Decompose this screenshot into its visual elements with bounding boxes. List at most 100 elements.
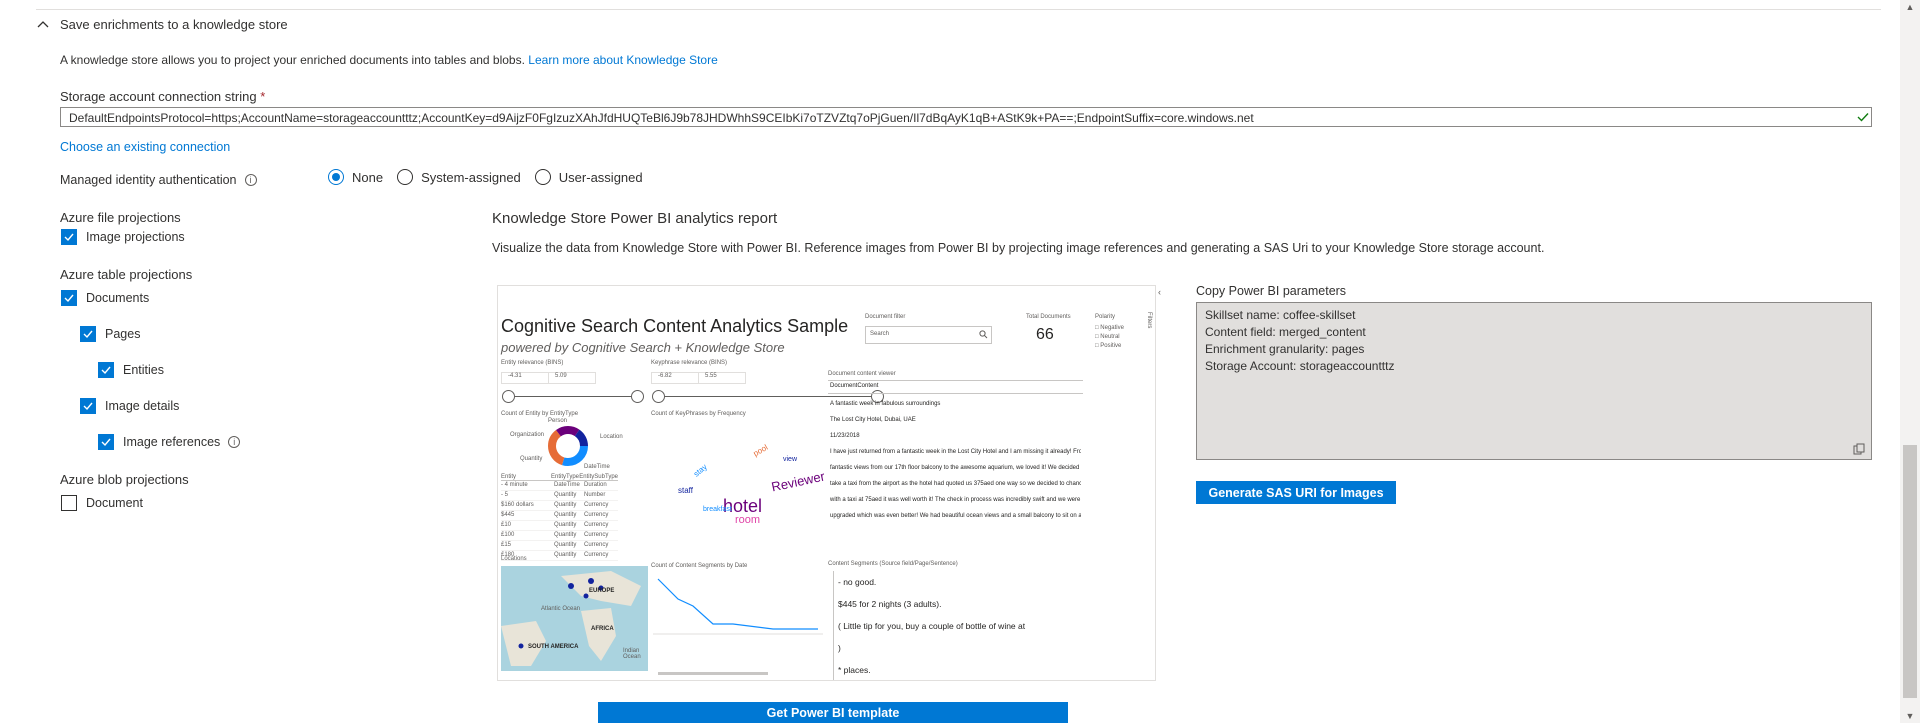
table-cell: Number <box>584 492 606 498</box>
get-powerbi-template-button[interactable]: Get Power BI template <box>598 702 1068 723</box>
checkbox[interactable] <box>98 434 114 450</box>
checkbox[interactable] <box>80 326 96 342</box>
generate-sas-button[interactable]: Generate SAS URI for Images <box>1196 481 1396 504</box>
table-row[interactable]: £10 Quantity Currency <box>501 521 618 531</box>
segment-item[interactable]: $445 for 2 nights (3 adults). <box>833 593 1073 615</box>
section-title: Save enrichments to a knowledge store <box>60 17 288 32</box>
param-line: Storage Account: storageaccountttz <box>1205 359 1395 373</box>
radio-button[interactable] <box>397 169 414 185</box>
scroll-thumb[interactable] <box>1903 445 1917 698</box>
info-icon[interactable]: i <box>228 436 241 448</box>
table-row[interactable]: £100 Quantity Currency <box>501 531 618 541</box>
scroll-down-icon[interactable]: ▼ <box>1904 711 1916 721</box>
word: stay <box>691 462 709 479</box>
table-header: Entity EntityType EntitySubType <box>501 474 618 481</box>
checkbox-document[interactable]: Document <box>61 495 143 511</box>
checkbox[interactable] <box>98 362 114 378</box>
param-line: Content field: merged_content <box>1205 325 1366 339</box>
map-label: AFRICA <box>591 626 614 632</box>
word: pool <box>751 442 770 459</box>
connection-string-input[interactable]: DefaultEndpointsProtocol=https;AccountNa… <box>60 107 1872 127</box>
slider-handle[interactable] <box>652 390 665 403</box>
checkmark-icon <box>1857 113 1869 122</box>
radio-none[interactable]: None <box>328 169 383 185</box>
table-row[interactable]: £15 Quantity Currency <box>501 541 618 551</box>
check-icon <box>64 294 74 303</box>
report-subtitle: powered by Cognitive Search + Knowledge … <box>501 340 785 355</box>
polarity-negative[interactable]: □ Negative <box>1095 324 1124 333</box>
checkbox-documents[interactable]: Documents <box>61 290 149 306</box>
radio-system-assigned[interactable]: System-assigned <box>397 169 521 185</box>
choose-connection-link[interactable]: Choose an existing connection <box>60 140 230 154</box>
radio-button[interactable] <box>534 169 551 185</box>
table-row[interactable]: - 4 minute DateTime Duration <box>501 481 618 491</box>
file-projections-title: Azure file projections <box>60 210 181 225</box>
entity-min[interactable]: -4.31 <box>501 372 549 384</box>
checkbox-image-references[interactable]: Image references i <box>98 434 241 450</box>
keyphrase-min[interactable]: -6.82 <box>651 372 699 384</box>
map-visual[interactable]: EUROPE AFRICA SOUTH AMERICA Atlantic Oce… <box>501 566 648 671</box>
checkbox-label: Entities <box>123 363 164 377</box>
checkbox[interactable] <box>80 398 96 414</box>
table-cell: Quantity <box>554 512 577 518</box>
word-cloud: hotel room Reviewer stay staff pool brea… <box>663 426 848 541</box>
radio-button[interactable] <box>328 169 344 185</box>
polarity-positive[interactable]: □ Positive <box>1095 342 1124 351</box>
copy-icon[interactable] <box>1853 443 1865 455</box>
checkbox[interactable] <box>61 290 77 306</box>
slider-handle[interactable] <box>502 390 515 403</box>
segments-list[interactable]: - no good. $445 for 2 nights (3 adults).(… <box>833 571 1073 680</box>
section-header[interactable]: Save enrichments to a knowledge store <box>36 17 288 32</box>
checkbox[interactable] <box>61 229 77 245</box>
segment-item[interactable]: ) <box>833 637 1073 659</box>
table-row[interactable]: $445 Quantity Currency <box>501 511 618 521</box>
required-mark: * <box>260 89 266 104</box>
chevron-up-icon <box>37 20 49 27</box>
checkbox-pages[interactable]: Pages <box>80 326 140 342</box>
params-textbox[interactable]: Skillset name: coffee-skillset Content f… <box>1196 302 1872 460</box>
entity-max[interactable]: 5.09 <box>548 372 596 384</box>
checkbox-entities[interactable]: Entities <box>98 362 164 378</box>
scroll-up-icon[interactable]: ▲ <box>1904 2 1916 12</box>
chart-scrollbar[interactable] <box>658 672 768 675</box>
table-cell: $445 <box>501 512 515 518</box>
table-row[interactable]: - 5 Quantity Number <box>501 491 618 501</box>
table-row[interactable]: $160 dollars Quantity Currency <box>501 501 618 511</box>
check-icon <box>101 366 111 375</box>
doc-content-viewer[interactable]: DocumentContent A fantastic week in fabu… <box>828 380 1083 519</box>
report-search[interactable]: Search <box>865 326 992 344</box>
info-icon[interactable]: i <box>244 174 257 186</box>
checkbox-image-projections[interactable]: Image projections <box>61 229 185 245</box>
radio-user-assigned[interactable]: User-assigned <box>534 169 643 185</box>
segment-item[interactable]: - no good. <box>833 571 1073 593</box>
segment-item[interactable]: * places. <box>833 659 1073 680</box>
filters-pane-label[interactable]: Filters <box>1146 312 1152 328</box>
polarity-option-label: Negative <box>1100 325 1124 331</box>
learn-more-link[interactable]: Learn more about Knowledge Store <box>528 53 717 67</box>
table-cell: - 4 minute <box>501 482 528 488</box>
checkbox-label: Image projections <box>86 230 185 244</box>
powerbi-title: Knowledge Store Power BI analytics repor… <box>492 210 778 227</box>
section-divider <box>36 9 1881 10</box>
checkbox[interactable] <box>61 495 77 511</box>
checkbox-image-details[interactable]: Image details <box>80 398 179 414</box>
segments-line-chart <box>653 578 823 635</box>
keyphrase-max[interactable]: 5.55 <box>698 372 746 384</box>
slider-handle[interactable] <box>631 390 644 403</box>
polarity-neutral[interactable]: □ Neutral <box>1095 333 1124 342</box>
table-cell: Duration <box>584 482 607 488</box>
collapse-icon[interactable]: ‹ <box>1158 287 1161 297</box>
map-label: SOUTH AMERICA <box>528 644 579 650</box>
doc-filter-label: Document filter <box>865 314 906 320</box>
word: view <box>783 456 798 463</box>
entity-slider-track[interactable] <box>508 396 643 397</box>
page-scrollbar[interactable]: ▲ ▼ <box>1900 0 1920 723</box>
polarity-label: Polarity <box>1095 314 1116 320</box>
table-cell: Currency <box>584 512 609 518</box>
doc-line: fantastic views from our 17th floor balc… <box>830 465 1081 471</box>
segment-item[interactable]: ( Little tip for you, buy a couple of bo… <box>833 615 1073 637</box>
table-cell: Quantity <box>554 522 577 528</box>
doc-line: A fantastic week in fabulous surrounding… <box>830 401 941 407</box>
segments-chart-label: Count of Content Segments by Date <box>651 563 748 569</box>
doc-line: upgraded which was even better! We had b… <box>830 513 1081 519</box>
